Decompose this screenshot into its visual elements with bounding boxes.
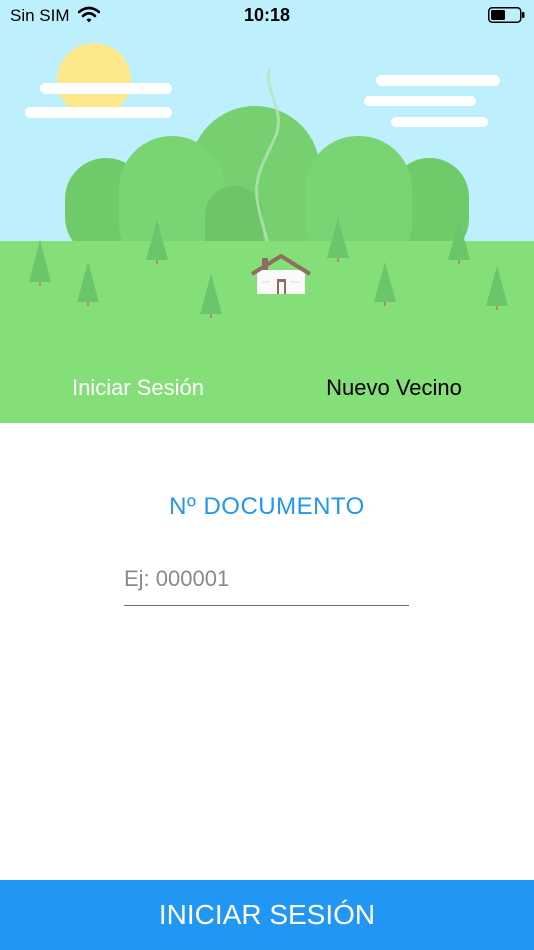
- battery-icon: [488, 7, 525, 23]
- battery-level: [491, 10, 505, 20]
- login-button[interactable]: INICIAR SESIÓN: [0, 880, 534, 950]
- tab-login[interactable]: Iniciar Sesión: [38, 373, 238, 403]
- status-time: 10:18: [243, 5, 291, 25]
- document-label: Nº DOCUMENTO: [169, 493, 365, 520]
- status-bar: Sin SIM 10:18: [0, 0, 534, 30]
- sun-illustration: [57, 43, 131, 117]
- tab-register[interactable]: Nuevo Vecino: [294, 373, 494, 403]
- landscape-illustration: [0, 0, 534, 423]
- hero-illustration: [0, 0, 534, 423]
- document-input[interactable]: [124, 553, 409, 606]
